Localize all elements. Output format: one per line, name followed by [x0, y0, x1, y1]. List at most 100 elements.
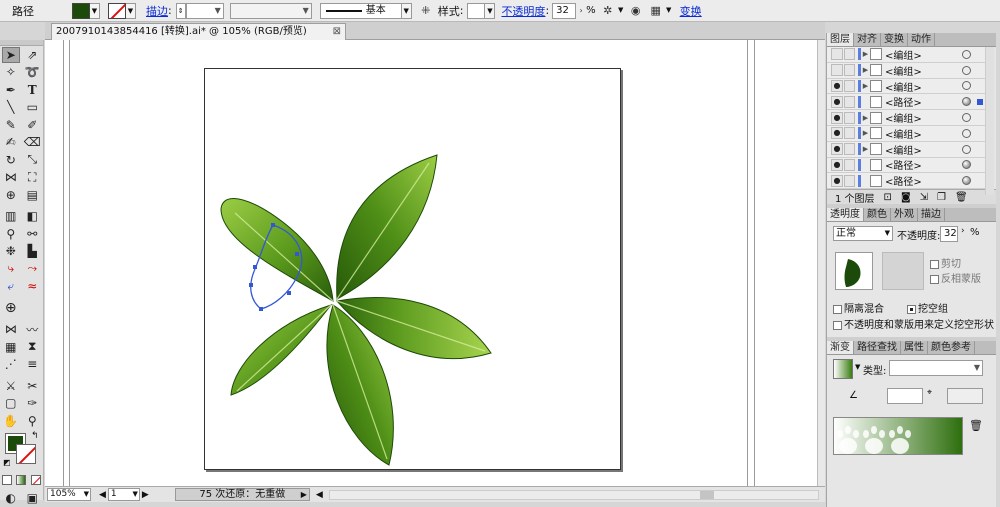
width-tool-icon[interactable]: ⋈: [2, 169, 20, 185]
tab-layers[interactable]: 图层: [827, 33, 854, 46]
status-readout[interactable]: 75 次还原：无重做 ▶: [174, 488, 310, 501]
tab-appearance[interactable]: 外观: [891, 208, 918, 222]
layer-row[interactable]: ▶ <编组>: [827, 62, 986, 79]
layer-row[interactable]: ● ▶ <编组>: [827, 125, 986, 142]
transform-panel-link[interactable]: 变换: [680, 3, 702, 19]
expand-triangle-icon[interactable]: ▶: [861, 66, 870, 74]
target-circle-icon[interactable]: [962, 49, 971, 59]
layer-name[interactable]: <编组>: [885, 110, 962, 125]
screen-mode-icon[interactable]: ▣: [23, 490, 41, 506]
tab-attributes[interactable]: 属性: [901, 341, 928, 355]
new-layer-icon[interactable]: ❐: [937, 192, 946, 203]
smooth-tool-icon[interactable]: ⤳: [23, 261, 41, 277]
live-paint-tool-icon[interactable]: ▤: [23, 187, 41, 203]
gradient-slider-bar[interactable]: [833, 417, 963, 456]
clip-checkbox[interactable]: 剪切: [930, 255, 961, 270]
vertical-scrollbar[interactable]: [817, 40, 825, 486]
visibility-eye-icon[interactable]: [831, 64, 843, 77]
tab-transform[interactable]: 变换: [881, 33, 908, 46]
blend-tool-icon[interactable]: ⚯: [23, 226, 41, 242]
scissors-tool-icon[interactable]: ✂: [23, 378, 41, 394]
twirl-tool-icon[interactable]: 〰: [23, 321, 41, 337]
artboard[interactable]: [204, 68, 621, 470]
expand-triangle-icon[interactable]: ▶: [861, 129, 870, 137]
magic-wand-tool-icon[interactable]: ✧: [2, 64, 20, 80]
blob-brush-tool-icon[interactable]: ✍: [2, 134, 20, 150]
delete-stop-icon[interactable]: 🗑: [969, 419, 983, 432]
opacity-arrow-icon[interactable]: ›: [576, 3, 586, 19]
aspect-ratio-input[interactable]: [947, 388, 983, 405]
layer-name[interactable]: <编组>: [885, 47, 962, 62]
object-thumbnail[interactable]: [835, 252, 873, 291]
lock-toggle[interactable]: [844, 48, 855, 61]
visibility-eye-icon[interactable]: ●: [831, 127, 843, 140]
expand-triangle-icon[interactable]: ▶: [861, 145, 870, 153]
layer-name[interactable]: <路径>: [885, 157, 962, 172]
layer-name[interactable]: <编组>: [885, 142, 962, 157]
visibility-eye-icon[interactable]: [831, 48, 843, 61]
eyedropper-tool-icon[interactable]: ⚲: [2, 226, 20, 242]
symbol-sprayer-tool-icon[interactable]: ❉: [2, 243, 20, 259]
artboard-select[interactable]: 1 ▼: [107, 488, 140, 501]
tab-color[interactable]: 颜色: [864, 208, 891, 222]
prev-artboard-icon[interactable]: ◀: [99, 490, 106, 500]
document-tab[interactable]: 2007910143854416 [转换].ai* @ 105% (RGB/预览…: [51, 23, 346, 40]
tab-align[interactable]: 对齐: [854, 33, 881, 46]
layer-name[interactable]: <路径>: [885, 173, 962, 188]
layer-row[interactable]: ● <路径>: [827, 173, 986, 190]
horizontal-scrollbar[interactable]: [328, 489, 819, 500]
visibility-eye-icon[interactable]: ●: [831, 143, 843, 156]
color-mode-icon[interactable]: [2, 475, 13, 486]
gradient-preview-dropdown-icon[interactable]: ▼: [855, 363, 860, 371]
delete-layer-icon[interactable]: 🗑: [955, 192, 968, 203]
leaf-artwork[interactable]: [205, 69, 622, 471]
visibility-eye-icon[interactable]: ●: [831, 111, 843, 124]
crystallize-tool-icon[interactable]: ⋰: [2, 356, 20, 372]
brush-definition[interactable]: 基本: [319, 2, 402, 19]
tab-transparency[interactable]: 透明度: [827, 208, 864, 222]
target-circle-icon[interactable]: [962, 160, 971, 170]
shape-builder-tool-icon[interactable]: ⊕: [2, 187, 20, 203]
close-tab-icon[interactable]: ⊠: [333, 24, 341, 39]
visibility-eye-icon[interactable]: ●: [831, 79, 843, 92]
target-circle-icon[interactable]: [962, 144, 971, 154]
wrinkle-tool-icon[interactable]: ≡: [23, 356, 41, 372]
gradient-angle-input[interactable]: [887, 388, 923, 405]
layer-row[interactable]: ▶ <编组>: [827, 47, 986, 63]
make-clip-mask-icon[interactable]: ◙: [901, 192, 911, 203]
stroke-dropdown-icon[interactable]: ▼: [126, 2, 136, 19]
layer-name[interactable]: <编组>: [885, 63, 962, 78]
tab-stroke[interactable]: 描边: [918, 208, 945, 222]
target-circle-icon[interactable]: [962, 113, 971, 123]
warp-tool-icon[interactable]: ⋈: [2, 321, 20, 337]
align-dropdown-icon[interactable]: ▼: [664, 3, 674, 19]
lock-toggle[interactable]: [844, 79, 855, 92]
default-fill-stroke-icon[interactable]: ◩: [3, 458, 11, 467]
pucker-tool-icon[interactable]: ⧗: [23, 339, 41, 355]
column-graph-tool-icon[interactable]: ▙: [23, 243, 41, 259]
visibility-eye-icon[interactable]: ●: [831, 95, 843, 108]
recolor-icon[interactable]: ⁜: [418, 3, 434, 19]
lasso-tool-icon[interactable]: ➰: [23, 64, 41, 80]
curvature-tool-icon[interactable]: ⤷: [2, 261, 20, 277]
stroke-weight-input[interactable]: ▼: [185, 2, 224, 19]
horizontal-scroll-thumb[interactable]: [699, 490, 714, 499]
slice-tool-icon[interactable]: ✑: [23, 395, 41, 411]
tab-actions[interactable]: 动作: [908, 33, 935, 46]
slice-crosshair-tool-icon[interactable]: ⊕: [2, 300, 20, 316]
type-tool-icon[interactable]: T: [23, 82, 41, 98]
fill-color-swatch[interactable]: [72, 2, 90, 19]
pen-tool-icon[interactable]: ✒: [2, 82, 20, 98]
tab-pathfinder[interactable]: 路径查找: [854, 341, 901, 355]
draw-normal-icon[interactable]: ◐: [2, 490, 20, 506]
free-transform-tool-icon[interactable]: ⛶: [23, 169, 41, 185]
gradient-tool-icon[interactable]: ◧: [23, 208, 41, 224]
lock-toggle[interactable]: [844, 111, 855, 124]
lock-toggle[interactable]: [844, 95, 855, 108]
global-edit-icon[interactable]: ✲: [600, 3, 616, 19]
eraser-tool-icon[interactable]: ⌫: [23, 134, 41, 150]
stroke-color-box[interactable]: [16, 443, 36, 464]
isolate-blending-checkbox[interactable]: 隔离混合: [833, 300, 884, 315]
perspective-grid-tool-icon[interactable]: ▥: [2, 208, 20, 224]
target-circle-icon[interactable]: [962, 81, 971, 91]
